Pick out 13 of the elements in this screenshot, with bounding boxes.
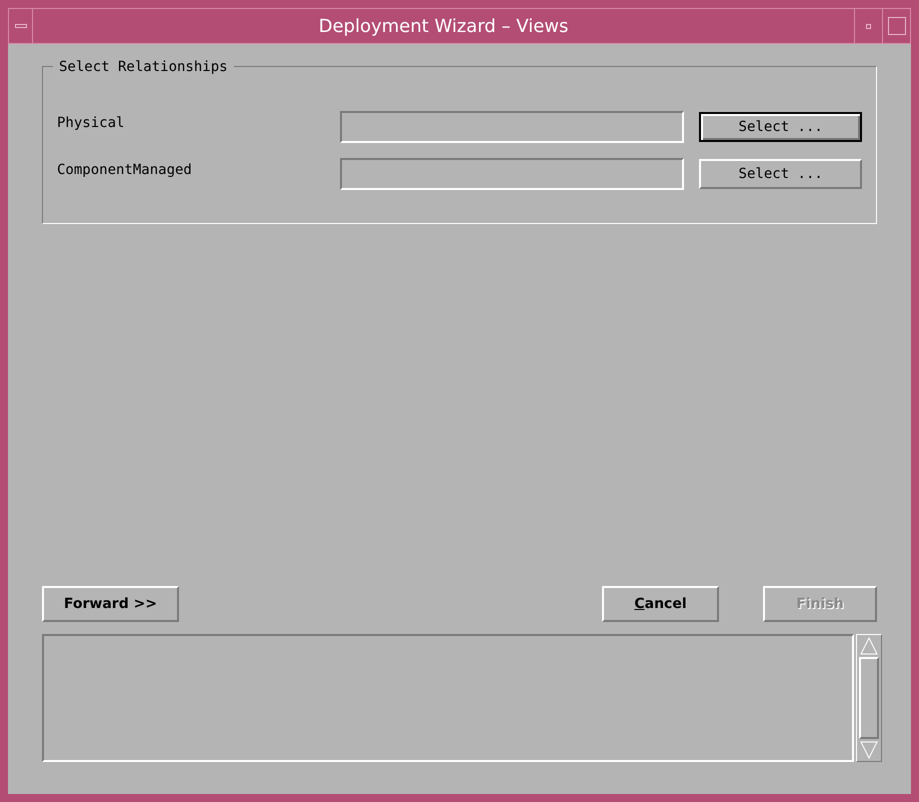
- text-field[interactable]: [340, 111, 684, 143]
- text-field[interactable]: [340, 158, 684, 190]
- select-button[interactable]: Select ...: [699, 159, 862, 189]
- window-title: Deployment Wizard – Views: [318, 14, 570, 38]
- field-label: ComponentManaged: [57, 160, 193, 180]
- scrollbar[interactable]: [856, 634, 882, 762]
- scroll-down-icon[interactable]: [860, 741, 878, 759]
- field-label: Physical: [57, 114, 126, 132]
- select-button[interactable]: Select ...: [699, 112, 862, 142]
- scroll-thumb[interactable]: [859, 657, 879, 739]
- dialog-button[interactable]: Forward >>: [42, 586, 179, 622]
- dialog-button[interactable]: Cancel: [602, 586, 719, 622]
- scroll-up-icon[interactable]: [860, 637, 878, 655]
